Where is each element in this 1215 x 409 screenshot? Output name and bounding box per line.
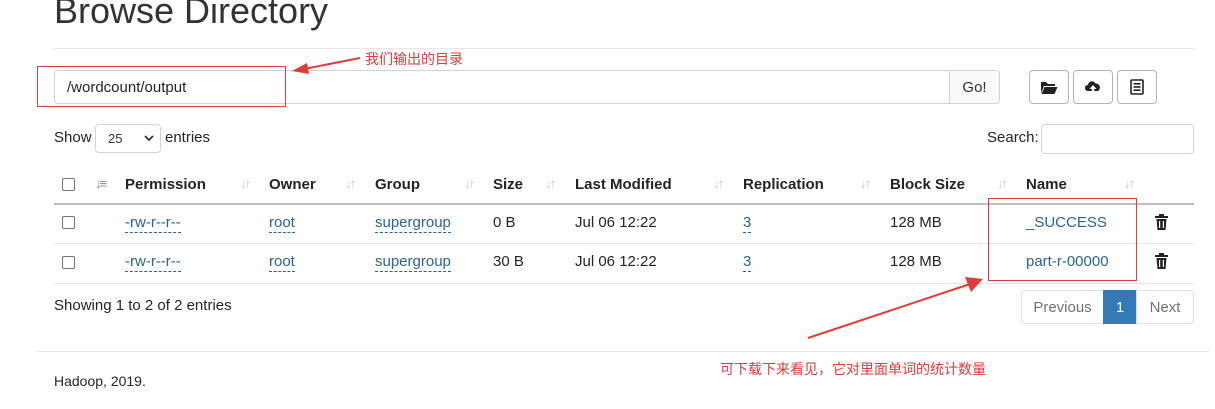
trash-icon[interactable] [1155,214,1168,230]
sort-icon[interactable]: ↓↑ [545,176,556,191]
sort-icon[interactable]: ↓↑ [997,176,1008,191]
table-cell-last-modified: Jul 06 12:22 [575,253,657,270]
output-dir-annotation: 我们输出的目录 [365,51,463,67]
table-cell-size: 30 B [493,253,524,270]
go-button[interactable]: Go! [949,71,999,103]
upload-cloud-icon [1085,81,1100,94]
show-label: Show [54,129,92,146]
table-cell-group: supergroup [375,214,451,233]
create-directory-button[interactable] [1029,70,1069,104]
table-cell-block-size: 128 MB [890,214,942,231]
column-header-permission[interactable]: Permission [125,176,206,193]
footer-text: Hadoop, 2019. [54,373,146,389]
group-link[interactable]: supergroup [375,253,451,272]
entries-label: entries [165,129,211,146]
replication-link[interactable]: 3 [743,214,752,233]
column-header-owner[interactable]: Owner [269,176,316,193]
row-divider [54,283,1194,284]
column-header-name[interactable]: Name [1026,176,1067,193]
row-checkbox[interactable] [62,216,75,229]
owner-link[interactable]: root [269,214,295,233]
folder-open-icon [1041,82,1058,94]
table-cell-permission: -rw-r--r-- [125,253,181,272]
search-input[interactable] [1041,124,1194,154]
search-label: Search: [987,129,1039,146]
sort-icon[interactable]: ↓↑ [1124,176,1135,191]
next-page-button[interactable]: Next [1136,290,1194,324]
table-info: Showing 1 to 2 of 2 entries [54,297,232,314]
trash-icon[interactable] [1155,253,1168,269]
column-header-group[interactable]: Group [375,176,420,193]
list-icon [1130,79,1144,95]
annotation-arrow [292,57,361,74]
entries-length-select[interactable]: 25 [95,124,161,153]
chevron-down-icon [144,135,154,142]
sort-icon[interactable]: ↓≡ [95,176,107,191]
previous-page-button[interactable]: Previous [1021,290,1104,324]
annotation-arrow [807,277,983,339]
owner-link[interactable]: root [269,253,295,272]
column-header-size[interactable]: Size [493,176,523,193]
page-title: Browse Directory [54,0,329,31]
table-cell-last-modified: Jul 06 12:22 [575,214,657,231]
column-header-replication[interactable]: Replication [743,176,824,193]
footer-divider [37,351,1209,352]
download-annotation: 可下载下来看见，它对里面单词的统计数量 [720,361,986,377]
sort-icon[interactable]: ↓↑ [713,176,724,191]
table-cell-permission: -rw-r--r-- [125,214,181,233]
table-cell-replication: 3 [743,253,752,272]
output-path-highlight [37,66,286,107]
table-cell-owner: root [269,253,295,272]
sort-icon[interactable]: ↓↑ [464,176,475,191]
group-link[interactable]: supergroup [375,214,451,233]
page-1-button[interactable]: 1 [1103,290,1137,324]
title-divider [54,48,1194,49]
permission-link[interactable]: -rw-r--r-- [125,253,181,272]
table-cell-block-size: 128 MB [890,253,942,270]
row-checkbox[interactable] [62,256,75,269]
select-all-checkbox[interactable] [62,178,75,191]
sort-icon[interactable]: ↓↑ [345,176,356,191]
entries-length-value: 25 [108,131,123,146]
column-header-block-size[interactable]: Block Size [890,176,965,193]
sort-icon[interactable]: ↓↑ [240,176,251,191]
column-header-last-modified[interactable]: Last Modified [575,176,672,193]
output-files-highlight [988,198,1137,281]
upload-button[interactable] [1073,70,1113,104]
table-cell-owner: root [269,214,295,233]
table-cell-replication: 3 [743,214,752,233]
cut-paste-button[interactable] [1117,70,1157,104]
table-cell-size: 0 B [493,214,516,231]
replication-link[interactable]: 3 [743,253,752,272]
table-cell-group: supergroup [375,253,451,272]
permission-link[interactable]: -rw-r--r-- [125,214,181,233]
sort-icon[interactable]: ↓↑ [860,176,871,191]
